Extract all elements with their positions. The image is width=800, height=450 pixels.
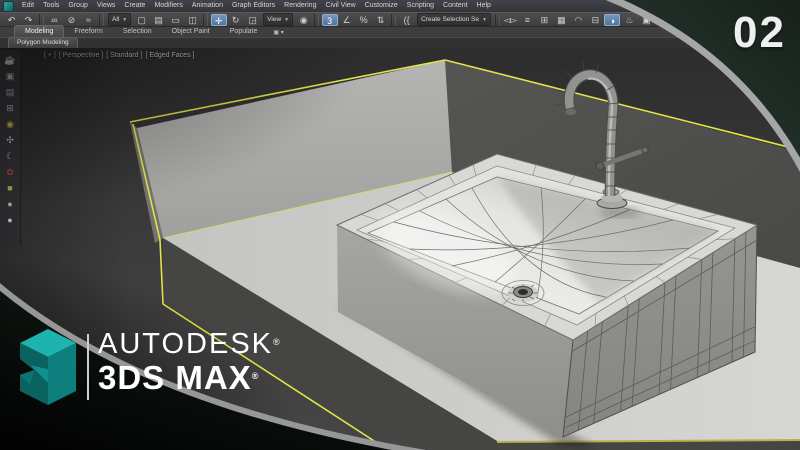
menu-item-content[interactable]: Content (439, 0, 472, 12)
ribbon-panel-bar: Polygon Modeling (0, 37, 800, 48)
select-object-icon[interactable]: ▢ (134, 14, 150, 26)
mirror-icon[interactable]: ◅▻ (502, 14, 518, 26)
viewport-label-segment-2[interactable]: [ Standard ] (106, 52, 142, 59)
select-and-rotate-icon[interactable]: ↻ (228, 14, 244, 26)
ribbon-tab-freeform[interactable]: Freeform (64, 26, 112, 37)
select-and-move-icon[interactable]: ✛ (210, 13, 227, 26)
named-selection-sets-value: Create Selection Se (421, 15, 479, 23)
reference-coordinate-system-value: View (267, 15, 282, 23)
menu-item-views[interactable]: Views (93, 0, 120, 12)
menu-item-tools[interactable]: Tools (39, 0, 63, 12)
viewport-label-segment-3[interactable]: [ Edged Faces ] (145, 52, 194, 59)
ribbon-tab-bar: Modeling Freeform Selection Object Paint Pop… (0, 25, 800, 38)
use-pivot-point-center-icon[interactable]: ◉ (296, 14, 312, 26)
toolbar-separator (314, 13, 320, 26)
sink-drain[interactable] (501, 280, 545, 306)
material-editor-icon[interactable]: ◑ (604, 13, 621, 26)
reference-coordinate-system-dropdown[interactable]: View ▼ (263, 13, 294, 26)
toolbar-separator (494, 13, 500, 26)
chevron-down-icon: ▼ (481, 16, 487, 23)
viewport-label-segment-0[interactable]: [ + ] (44, 52, 56, 59)
fan-icon[interactable]: ✣ (2, 132, 18, 148)
toolbar-separator (99, 13, 104, 26)
registered-mark: ® (251, 371, 259, 381)
viewport-label: [ + ][ Perspective ][ Standard ][ Edged … (44, 52, 194, 59)
rectangular-selection-region-icon[interactable]: ▭ (168, 14, 184, 26)
toolbar-separator (391, 13, 397, 26)
faucet-handle-knob-left (595, 161, 605, 171)
ribbon-tab-populate[interactable]: Populate (220, 26, 268, 37)
unlink-selection-icon[interactable]: ⊘ (64, 14, 80, 26)
selection-filter-value: All (112, 15, 120, 23)
toolbar-separator (203, 13, 209, 26)
moon-icon[interactable]: ☾ (2, 148, 18, 164)
app-icon[interactable] (3, 0, 14, 12)
main-toolbar: ↶ ↷ ∞ ⊘ ≈ All ▼ ▢ ▤ ▭ ◫ ✛ ↻ ◲ View ▼ ◉ 3 ∠% ⇅({Create Selec… (0, 12, 800, 27)
notes-icon[interactable]: ▤ (2, 84, 18, 100)
ribbon-tab-modeling[interactable]: Modeling (14, 25, 65, 37)
keyboard-shortcut-override-icon[interactable]: ({ (399, 14, 415, 26)
menu-item-rendering[interactable]: Rendering (280, 0, 320, 12)
chevron-down-icon: ▼ (284, 16, 290, 23)
ribbon-tab-selection[interactable]: Selection (113, 26, 162, 37)
toolbar-separator (39, 13, 44, 26)
lightbulb-icon[interactable]: ◉ (2, 116, 18, 132)
menu-item-civil-view[interactable]: Civil View (321, 0, 359, 12)
episode-number: 02 (733, 8, 786, 57)
layer-manager-icon[interactable]: ⊞ (536, 14, 552, 26)
menu-item-create[interactable]: Create (120, 0, 149, 12)
select-and-scale-icon[interactable]: ◲ (245, 14, 261, 26)
logo-divider (87, 334, 89, 400)
brand-name: AUTODESK (98, 328, 274, 360)
ellipse-icon[interactable]: ● (2, 196, 18, 212)
menu-item-scripting[interactable]: Scripting (403, 0, 438, 12)
polygon-modeling-panel[interactable]: Polygon Modeling (8, 37, 78, 48)
spinner-snap-toggle-icon[interactable]: ⇅ (373, 14, 389, 26)
autodesk-3dsmax-logo: AUTODESK® 3DS MAX® (18, 329, 280, 405)
flower-icon[interactable]: ✿ (2, 164, 18, 180)
render-setup-icon[interactable]: ♨ (621, 14, 637, 26)
menu-bar: Edit Tools Group Views Create Modifiers Animat… (0, 0, 800, 12)
teapot-icon[interactable]: ☕ (2, 52, 18, 68)
percent-snap-toggle-icon[interactable]: % (356, 14, 372, 26)
curve-editor-icon[interactable]: ◠ (570, 14, 586, 26)
angle-snap-toggle-icon[interactable]: ∠ (339, 14, 355, 26)
menu-item-help[interactable]: Help (473, 0, 495, 12)
menu-item-edit[interactable]: Edit (18, 0, 38, 12)
redo-icon[interactable]: ↷ (21, 14, 37, 26)
menu-item-modifiers[interactable]: Modifiers (150, 0, 186, 12)
viewport-label-segment-1[interactable]: [ Perspective ] (59, 52, 103, 59)
faucet-handle-knob-right (641, 146, 649, 154)
select-by-name-icon[interactable]: ▤ (151, 14, 167, 26)
faucet-spout-tip (565, 108, 577, 116)
selection-filter-dropdown[interactable]: All ▼ (108, 13, 132, 26)
window-crossing-toggle-icon[interactable]: ◫ (185, 14, 201, 26)
snaps-toggle-3d-icon[interactable]: 3 (321, 13, 338, 26)
graphite-ribbon-toggle-icon[interactable]: ▦ (553, 14, 569, 26)
left-dock-toolbar: ☕ ▣ ▤ ⊞ ◉ ✣ ☾ ✿ ■ ● ● (0, 50, 21, 246)
menu-item-animation[interactable]: Animation (188, 0, 227, 12)
menu-item-group[interactable]: Group (64, 0, 91, 12)
select-and-link-icon[interactable]: ∞ (47, 14, 63, 26)
menu-item-graph-editors[interactable]: Graph Editors (228, 0, 279, 12)
menu-item-customize[interactable]: Customize (361, 0, 402, 12)
ribbon-minimize-icon[interactable]: ▣ ▾ (273, 29, 283, 37)
spreadsheet-icon[interactable]: ⊞ (2, 100, 18, 116)
registered-mark: ® (273, 337, 280, 347)
app-window: Edit Tools Group Views Create Modifiers Animat… (0, 0, 800, 450)
rendered-frame-window-icon[interactable]: ▣ (638, 14, 654, 26)
ribbon-tab-object-paint[interactable]: Object Paint (162, 26, 220, 37)
align-icon[interactable]: ≡ (519, 14, 535, 26)
product-name: 3DS MAX (98, 359, 252, 396)
image-icon[interactable]: ▣ (2, 68, 18, 84)
rounded-square-icon[interactable]: ■ (2, 180, 18, 196)
chevron-down-icon: ▼ (122, 16, 128, 23)
bind-to-space-warp-icon[interactable]: ≈ (81, 14, 97, 26)
3dsmax-logo-icon (20, 329, 76, 405)
circle-icon[interactable]: ● (2, 212, 18, 228)
undo-icon[interactable]: ↶ (4, 14, 20, 26)
named-selection-sets-dropdown[interactable]: Create Selection Se ▼ (417, 13, 491, 26)
schematic-view-icon[interactable]: ⊟ (587, 14, 603, 26)
render-production-icon[interactable]: ● (655, 14, 671, 26)
